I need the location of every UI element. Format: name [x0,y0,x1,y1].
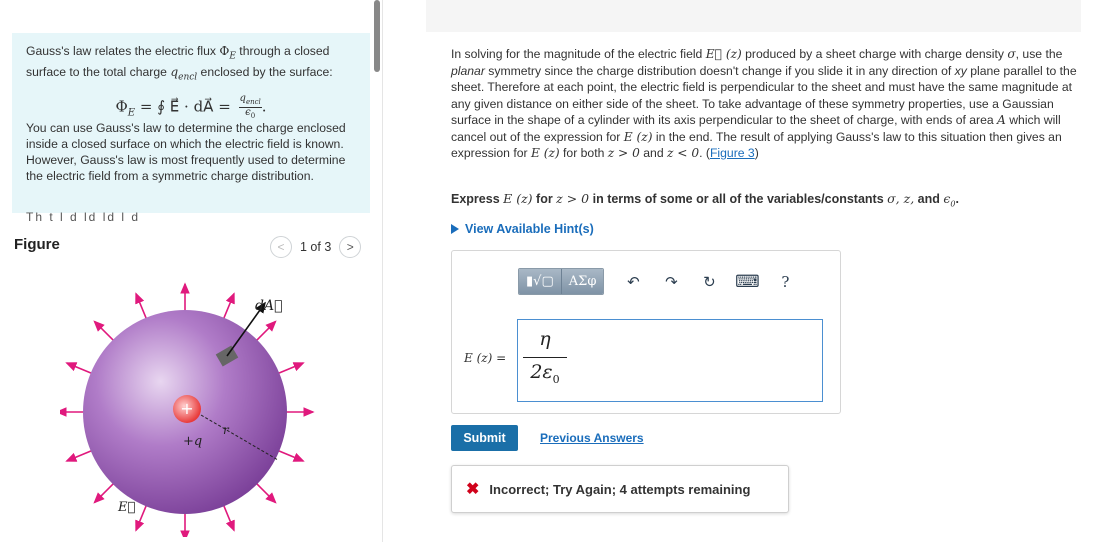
figure-page-indicator: 1 of 3 [300,240,332,254]
figure-label: Figure [14,236,60,253]
gauss-law-formula: ΦE = ∮ E⃗ · dA⃗ = qencl ϵ0. [115,92,267,120]
feedback-text: Incorrect; Try Again; 4 attempts remaini… [489,481,751,497]
clipped-text: Th t l d ld ld l d [26,210,141,224]
math-toolbar: ▮√▢ ΑΣφ ↶ ↷ ↻ ⌨ ? [518,268,794,295]
answer-fraction: η 2ε0 [523,328,567,386]
E-field-label: E⃗ [117,500,135,515]
figure-3-link[interactable]: Figure 3 [710,146,755,160]
undo-icon[interactable]: ↶ [624,273,642,291]
error-x-icon: ✖ [466,481,480,498]
scrollbar-thumb[interactable] [374,0,380,72]
left-panel: Gauss's law relates the electric flux ΦE… [0,0,383,542]
keyboard-icon[interactable]: ⌨ [735,272,760,291]
charge-plus-sign: + [180,399,193,418]
view-hints-label: View Available Hint(s) [465,222,594,236]
answer-input[interactable]: η 2ε0 [517,319,823,402]
greek-symbols-button[interactable]: ΑΣφ [561,269,604,294]
prev-figure-button[interactable]: < [270,236,292,258]
reset-icon[interactable]: ↻ [700,273,718,291]
answer-numerator: η [523,328,567,358]
feedback-message: ✖ Incorrect; Try Again; 4 attempts remai… [451,465,789,513]
help-icon[interactable]: ? [776,273,794,291]
answer-label: E (z) = [464,351,507,365]
gauss-sphere-figure: + dA⃗ +q r E⃗ [60,282,315,537]
answer-editor: ▮√▢ ΑΣφ ↶ ↷ ↻ ⌨ ? E (z) = η 2ε0 [451,250,841,414]
top-header-strip [426,0,1081,32]
next-figure-button[interactable]: > [339,236,362,258]
triangle-right-icon [451,224,459,234]
templates-button[interactable]: ▮√▢ [519,269,562,294]
problem-description: In solving for the magnitude of the elec… [451,47,1077,160]
redo-icon[interactable]: ↷ [662,273,680,291]
answer-denominator: 2ε0 [530,361,560,386]
submit-button[interactable]: Submit [451,425,518,451]
charge-label: +q [183,434,202,449]
toolbar-button-group: ▮√▢ ΑΣφ [518,268,605,295]
previous-answers-link[interactable]: Previous Answers [540,431,644,445]
view-hints-toggle[interactable]: View Available Hint(s) [451,222,594,236]
intro-body-text: You can use Gauss's law to determine the… [26,120,346,183]
task-prompt: Express E (z) for z > 0 in terms of some… [451,191,959,209]
intro-first-paragraph: Gauss's law relates the electric flux ΦE… [26,44,333,83]
intro-box: Gauss's law relates the electric flux ΦE… [12,33,370,213]
dA-label: dA⃗ [255,298,282,314]
figure-pager: < 1 of 3 > [270,236,362,258]
